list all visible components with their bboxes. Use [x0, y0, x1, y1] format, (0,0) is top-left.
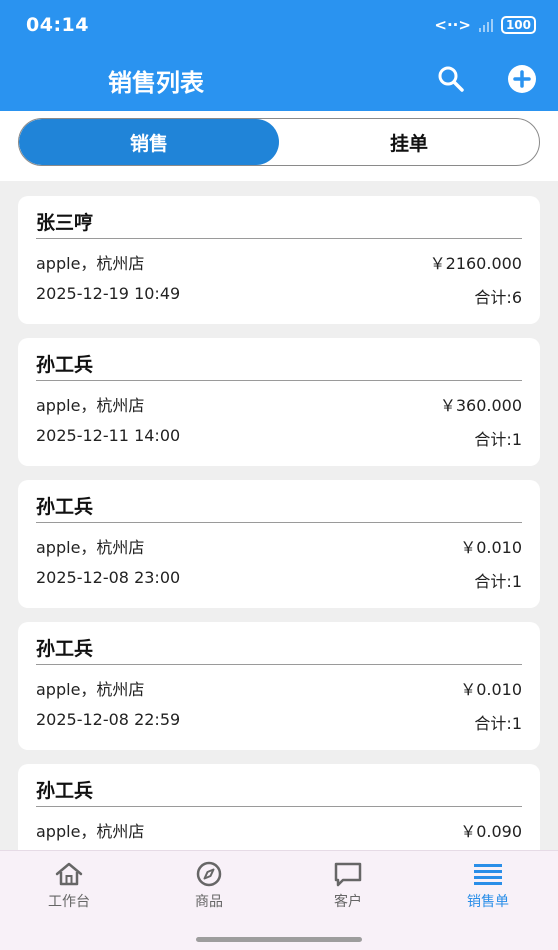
order-date: 2025-12-08 22:59 [36, 710, 181, 729]
product-store: apple，杭州店 [36, 254, 145, 273]
bottom-tab-bar: 工作台 商品 客户 销售单 [0, 850, 558, 950]
tab-sales[interactable]: 销售 [19, 119, 279, 165]
order-card[interactable]: 孙工兵 apple，杭州店 ￥0.010 2025-12-08 22:59 合计… [18, 622, 540, 750]
status-time: 04:14 [26, 14, 89, 36]
compass-icon [196, 861, 222, 887]
chat-icon [334, 862, 362, 887]
order-amount: ￥360.000 [439, 396, 522, 415]
order-total-count: 合计:1 [474, 572, 522, 591]
tab-label: 工作台 [48, 894, 90, 910]
order-amount: ￥0.090 [460, 822, 522, 841]
status-indicators: <··> 100 [434, 16, 536, 34]
home-indicator[interactable] [196, 937, 362, 942]
signal-icon [478, 18, 493, 32]
search-button[interactable] [436, 64, 466, 94]
tab-label: 销售单 [467, 894, 509, 910]
order-card[interactable]: 孙工兵 apple，杭州店 ￥0.090 [18, 764, 540, 850]
network-icon: <··> [434, 16, 471, 34]
segment-area: 销售 挂单 [0, 111, 558, 181]
page-title: 销售列表 [108, 69, 204, 97]
product-store: apple，杭州店 [36, 680, 145, 699]
order-date: 2025-12-19 10:49 [36, 284, 181, 303]
customer-name: 孙工兵 [36, 638, 94, 660]
plus-circle-icon [508, 65, 536, 93]
order-card[interactable]: 张三哼 apple，杭州店 ￥2160.000 2025-12-19 10:49… [18, 196, 540, 324]
customer-name: 孙工兵 [36, 496, 94, 518]
order-list[interactable]: 张三哼 apple，杭州店 ￥2160.000 2025-12-19 10:49… [0, 181, 558, 850]
divider [36, 664, 522, 665]
tab-products[interactable]: 商品 [159, 861, 259, 911]
product-store: apple，杭州店 [36, 396, 145, 415]
order-total-count: 合计:6 [474, 288, 522, 307]
search-icon [438, 66, 464, 92]
divider [36, 380, 522, 381]
divider [36, 806, 522, 807]
divider [36, 522, 522, 523]
tab-customers[interactable]: 客户 [298, 861, 398, 911]
order-date: 2025-12-11 14:00 [36, 426, 181, 445]
home-icon [55, 862, 83, 886]
tab-sales-orders[interactable]: 销售单 [438, 861, 538, 911]
order-amount: ￥2160.000 [429, 254, 522, 273]
customer-name: 孙工兵 [36, 780, 94, 802]
status-bar: 04:14 <··> 100 [0, 0, 558, 50]
tab-pending-orders[interactable]: 挂单 [279, 119, 539, 165]
customer-name: 孙工兵 [36, 354, 94, 376]
app-header: 04:14 <··> 100 销售列表 [0, 0, 558, 111]
customer-name: 张三哼 [36, 212, 94, 234]
list-icon [474, 864, 502, 885]
order-amount: ￥0.010 [460, 538, 522, 557]
product-store: apple，杭州店 [36, 538, 145, 557]
order-total-count: 合计:1 [474, 430, 522, 449]
tab-label: 客户 [334, 894, 362, 910]
add-button[interactable] [507, 64, 537, 94]
order-card[interactable]: 孙工兵 apple，杭州店 ￥0.010 2025-12-08 23:00 合计… [18, 480, 540, 608]
segmented-control: 销售 挂单 [18, 118, 540, 166]
tab-label: 商品 [195, 894, 223, 910]
product-store: apple，杭州店 [36, 822, 145, 841]
order-amount: ￥0.010 [460, 680, 522, 699]
order-total-count: 合计:1 [474, 714, 522, 733]
tab-workbench[interactable]: 工作台 [19, 861, 119, 911]
order-date: 2025-12-08 23:00 [36, 568, 181, 587]
order-card[interactable]: 孙工兵 apple，杭州店 ￥360.000 2025-12-11 14:00 … [18, 338, 540, 466]
battery-icon: 100 [500, 16, 536, 34]
divider [36, 238, 522, 239]
